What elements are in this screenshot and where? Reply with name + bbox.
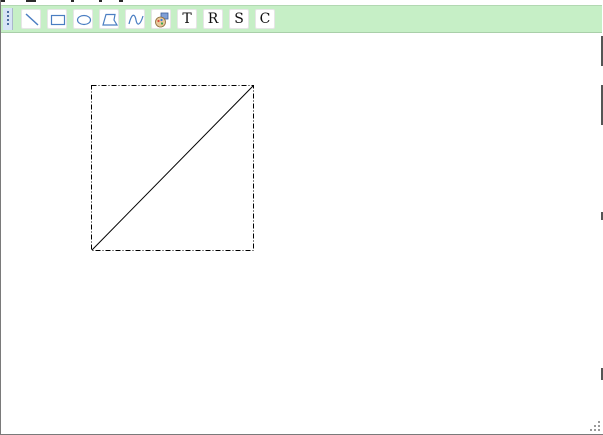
color-tool-button[interactable] bbox=[151, 9, 171, 29]
r-label: R bbox=[207, 11, 219, 27]
resize-grip[interactable] bbox=[590, 421, 600, 431]
t-label: T bbox=[182, 11, 192, 27]
ellipse-icon bbox=[76, 14, 92, 26]
canvas-surface[interactable] bbox=[1, 33, 602, 434]
rectangle-tool-button[interactable] bbox=[47, 9, 67, 29]
text-s-button[interactable]: S bbox=[229, 9, 249, 29]
app-window: T R S C bbox=[0, 0, 603, 435]
diagonal-line-shape[interactable] bbox=[91, 85, 254, 251]
ellipse-tool-button[interactable] bbox=[73, 9, 93, 29]
c-label: C bbox=[259, 11, 271, 27]
polygon-icon bbox=[102, 13, 119, 26]
s-label: S bbox=[234, 11, 244, 27]
curve-icon bbox=[128, 14, 144, 25]
rectangle-icon bbox=[50, 14, 66, 26]
toolbar-grip-handle[interactable] bbox=[3, 8, 13, 30]
text-c-button[interactable]: C bbox=[255, 9, 275, 29]
text-r-button[interactable]: R bbox=[203, 9, 223, 29]
text-t-button[interactable]: T bbox=[177, 9, 197, 29]
palette-icon bbox=[155, 12, 169, 28]
drawing-toolbar: T R S C bbox=[1, 5, 602, 33]
line-icon bbox=[25, 13, 39, 26]
polygon-tool-button[interactable] bbox=[99, 9, 119, 29]
line-tool-button[interactable] bbox=[21, 9, 41, 29]
drawing-canvas[interactable] bbox=[1, 33, 602, 434]
curve-tool-button[interactable] bbox=[125, 9, 145, 29]
